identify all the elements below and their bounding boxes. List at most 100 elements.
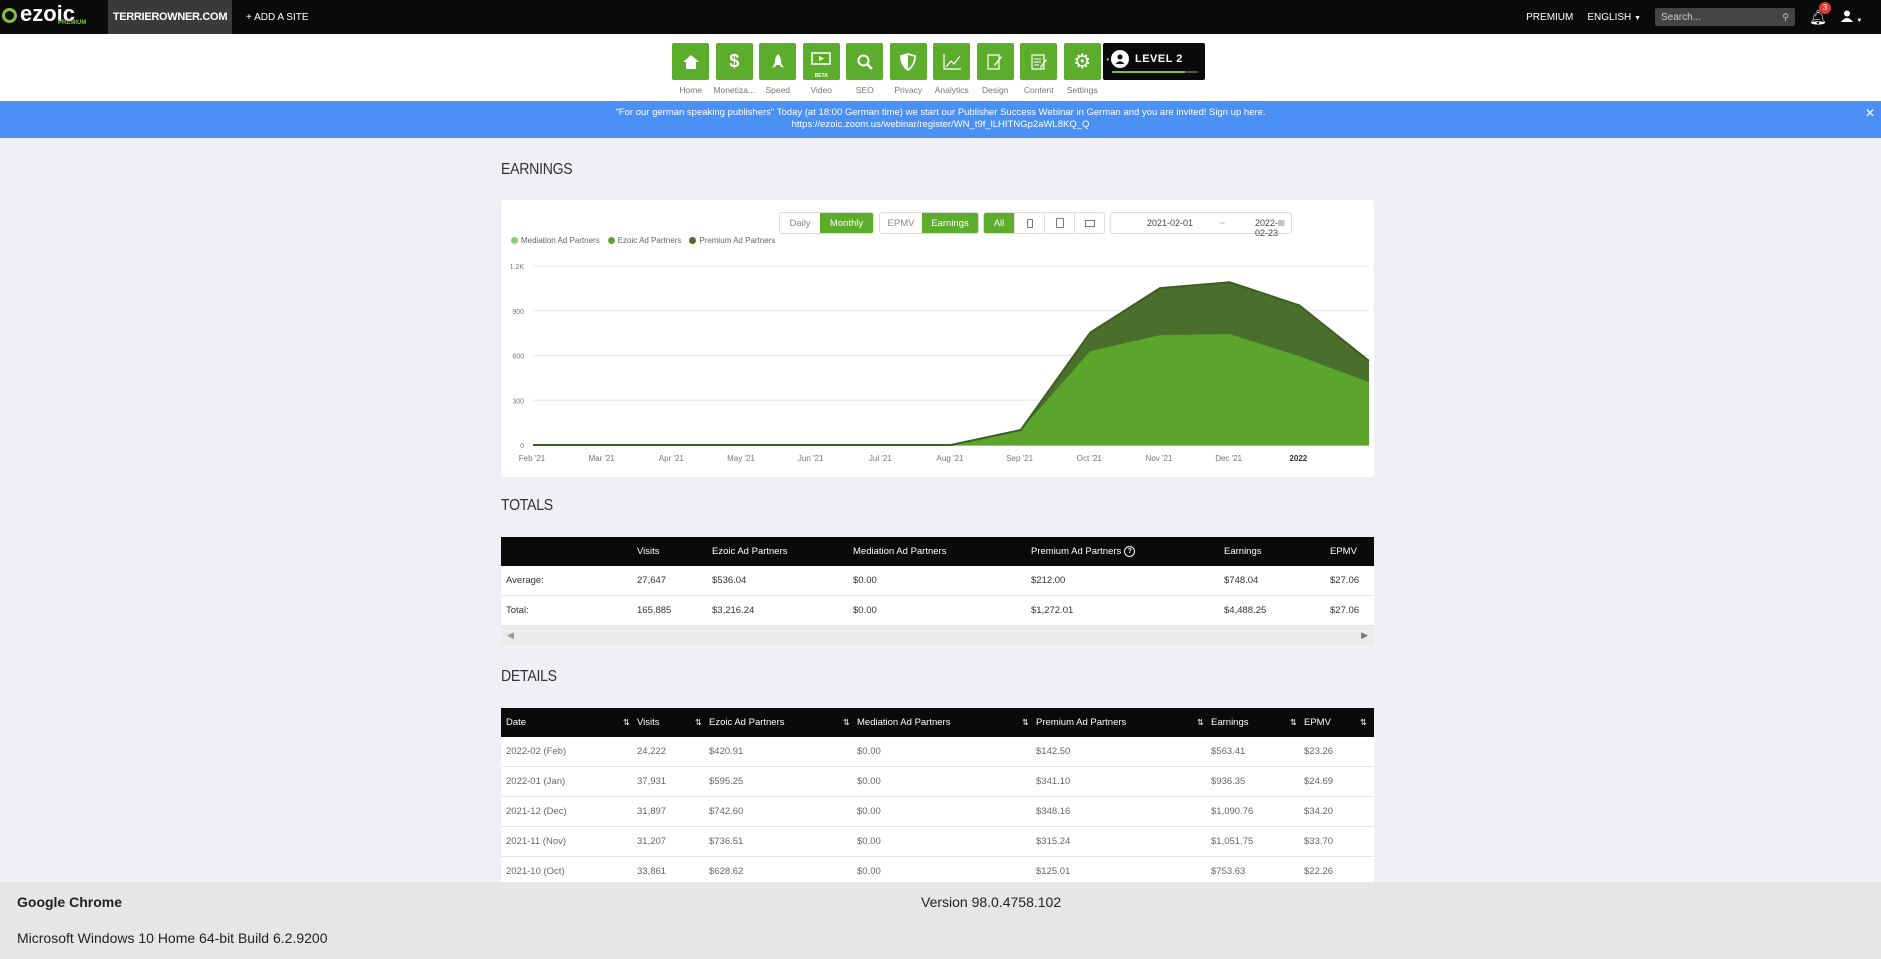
design-icon [986, 53, 1004, 71]
table-cell: $27.06 [1330, 575, 1360, 586]
column-header-label: Mediation Ad Partners [853, 546, 947, 557]
column-header-label: Earnings [1224, 546, 1262, 557]
sort-arrows-icon[interactable]: ⇅ [843, 708, 850, 737]
column-header[interactable]: Premium Ad Partners [1036, 708, 1126, 737]
close-icon[interactable]: ✕ [1865, 107, 1875, 119]
nav-item-speed[interactable]: Speed [756, 43, 800, 95]
level-badge[interactable]: ● LEVEL 2 [1103, 43, 1205, 80]
x-tick-label: Nov '21 [1146, 454, 1173, 463]
column-header: Mediation Ad Partners [853, 537, 946, 566]
nav-item-seo[interactable]: SEO [843, 43, 887, 95]
scroll-left-icon[interactable]: ◀ [507, 630, 514, 641]
x-tick-label: Dec '21 [1215, 454, 1242, 463]
sort-arrows-icon[interactable]: ⇅ [695, 708, 702, 737]
horizontal-scrollbar[interactable]: ◀ ▶ [501, 626, 1374, 646]
table-cell: $595.25 [709, 776, 744, 787]
sort-arrows-icon[interactable]: ⇅ [1197, 708, 1204, 737]
nav-item-privacy[interactable]: Privacy [887, 43, 931, 95]
shield-icon [900, 52, 917, 71]
nav-item-design[interactable]: Design [974, 43, 1018, 95]
nav-item-content[interactable]: Content [1017, 43, 1061, 95]
analytics-nav-button[interactable] [933, 43, 971, 80]
y-tick-label: 300 [512, 398, 524, 405]
settings-nav-button[interactable]: ⚙ [1063, 43, 1101, 80]
table-header: Date ⇅ Visits ⇅ Ezoic Ad Partners ⇅ Mediation … [501, 708, 1374, 737]
logo-sub: PREMIUM [58, 20, 87, 26]
sort-arrows-icon[interactable]: ⇅ [1290, 708, 1297, 737]
level-dot-icon: ● [1106, 57, 1110, 63]
table-cell: $742.60 [709, 806, 744, 817]
banner-text[interactable]: "For our german speaking publishers" Tod… [0, 107, 1881, 119]
scroll-right-icon[interactable]: ▶ [1361, 630, 1368, 641]
video-nav-button[interactable]: BETA [802, 43, 840, 80]
content-nav-button[interactable] [1020, 43, 1058, 80]
search-placeholder: Search... [1661, 11, 1702, 23]
y-tick-label: 1.2K [510, 264, 525, 271]
level-label: LEVEL 2 [1135, 52, 1183, 65]
table-cell: 37,931 [637, 776, 667, 787]
home-icon [682, 53, 700, 71]
nav-label: Home [679, 85, 703, 95]
table-cell: $27.06 [1330, 605, 1360, 616]
nav-label: Content [1023, 85, 1054, 95]
column-header-label: Ezoic Ad Partners [712, 546, 788, 557]
speed-nav-button[interactable] [759, 43, 797, 80]
privacy-nav-button[interactable] [889, 43, 927, 80]
table-cell: $536.04 [712, 575, 747, 586]
table-cell: $348.16 [1036, 806, 1071, 817]
notifications-button[interactable]: 🔔︎ 3 [1809, 1, 1831, 26]
table-header: Visits Ezoic Ad Partners Mediation Ad Part… [501, 537, 1374, 566]
nav-label: Analytics [934, 85, 969, 95]
user-menu-button[interactable]: ▼ [1841, 10, 1867, 25]
nav-item-home[interactable]: Home [669, 43, 713, 95]
monetiza-nav-button[interactable]: $ [715, 43, 753, 80]
table-cell: $0.00 [857, 806, 881, 817]
sort-arrows-icon[interactable]: ⇅ [1360, 708, 1367, 737]
nav-label: Video [810, 85, 833, 95]
column-header[interactable]: Date [506, 708, 526, 737]
x-tick-label: Feb '21 [519, 454, 546, 463]
column-header[interactable]: EPMV [1304, 708, 1331, 737]
design-nav-button[interactable] [976, 43, 1014, 80]
table-row: Total: 165,885 $3,216.24 $0.00 $1,272.01 $4,4… [501, 596, 1374, 626]
totals-table: Visits Ezoic Ad Partners Mediation Ad Part… [501, 537, 1374, 646]
notification-count-badge: 3 [1819, 1, 1831, 14]
level-progress-bar [1112, 71, 1198, 73]
table-cell: 2021-11 (Nov) [506, 836, 567, 847]
table-cell: $1,051.75 [1211, 836, 1254, 847]
nav-item-settings[interactable]: ⚙ Settings [1061, 43, 1105, 95]
nav-item-video[interactable]: BETA Video [800, 43, 844, 95]
table-cell: $936.35 [1211, 776, 1246, 787]
nav-label: Monetiza... [713, 85, 756, 95]
table-cell: 2021-12 (Dec) [506, 806, 567, 817]
home-nav-button[interactable] [672, 43, 710, 80]
table-cell: $748.04 [1224, 575, 1259, 586]
help-icon[interactable]: ? [1124, 546, 1136, 557]
banner-link[interactable]: https://ezoic.zoom.us/webinar/register/W… [0, 119, 1881, 131]
column-header[interactable]: Earnings [1211, 708, 1249, 737]
system-info-footer: Google Chrome Version 98.0.4758.102 Micr… [0, 882, 1881, 959]
add-site-link[interactable]: + ADD A SITE [246, 12, 309, 23]
table-cell: Total: [506, 605, 529, 616]
seo-nav-button[interactable] [846, 43, 884, 80]
table-cell: $212.00 [1031, 575, 1066, 586]
rocket-icon [770, 53, 786, 71]
ezoic-logo[interactable]: ezoic PREMIUM [0, 0, 108, 34]
column-header[interactable]: Mediation Ad Partners [857, 708, 950, 737]
table-cell: $33.70 [1304, 836, 1334, 847]
nav-item-monetiza[interactable]: $ Monetiza... [713, 43, 757, 95]
language-dropdown[interactable]: ENGLISH ▼ [1587, 12, 1641, 23]
table-cell: 165,885 [637, 605, 672, 616]
table-row: 2022-02 (Feb) 24,222 $420.91 $0.00 $142.50 $5… [501, 737, 1374, 767]
nav-item-analytics[interactable]: Analytics [930, 43, 974, 95]
details-title: DETAILS [501, 668, 557, 685]
sort-arrows-icon[interactable]: ⇅ [623, 708, 630, 737]
premium-link[interactable]: PREMIUM [1526, 12, 1573, 23]
language-label: ENGLISH [1587, 11, 1632, 23]
search-input[interactable]: Search... ⚲ [1655, 8, 1795, 26]
site-selector-tab[interactable]: TERRIEROWNER.COM [108, 0, 232, 34]
x-tick-label: Oct '21 [1077, 454, 1103, 463]
column-header[interactable]: Visits [637, 708, 660, 737]
sort-arrows-icon[interactable]: ⇅ [1022, 708, 1029, 737]
column-header[interactable]: Ezoic Ad Partners [709, 708, 785, 737]
